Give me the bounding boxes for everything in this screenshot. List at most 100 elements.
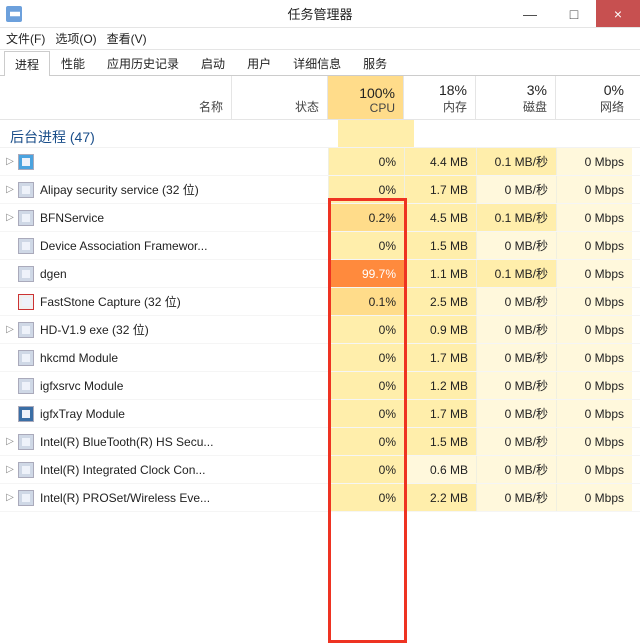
net-cell: 0 Mbps <box>556 176 632 203</box>
net-cell: 0 Mbps <box>556 148 632 175</box>
table-row[interactable]: dgen99.7%1.1 MB0.1 MB/秒0 Mbps <box>0 260 640 288</box>
column-name[interactable]: 名称 <box>0 76 232 119</box>
process-icon <box>18 294 34 310</box>
app-icon <box>6 6 22 22</box>
disk-cell: 0 MB/秒 <box>476 400 556 427</box>
column-mem-label: 内存 <box>408 98 467 115</box>
cpu-cell: 0% <box>328 372 404 399</box>
process-name: Intel(R) PROSet/Wireless Eve... <box>40 491 210 505</box>
expand-icon[interactable]: ▷ <box>4 492 16 503</box>
net-cell: 0 Mbps <box>556 372 632 399</box>
minimize-button[interactable]: — <box>508 0 552 27</box>
table-row[interactable]: Device Association Framewor...0%1.5 MB0 … <box>0 232 640 260</box>
tab-0[interactable]: 进程 <box>4 51 50 76</box>
table-row[interactable]: ▷ 0%4.4 MB0.1 MB/秒0 Mbps <box>0 148 640 176</box>
expand-icon[interactable]: ▷ <box>4 212 16 223</box>
process-name: Intel(R) Integrated Clock Con... <box>40 463 205 477</box>
table-row[interactable]: FastStone Capture (32 位)0.1%2.5 MB0 MB/秒… <box>0 288 640 316</box>
net-cell: 0 Mbps <box>556 260 632 287</box>
mem-cell: 1.5 MB <box>404 232 476 259</box>
section-label: 后台进程 (47) <box>10 129 95 145</box>
column-cpu-label: CPU <box>332 101 395 115</box>
expand-icon[interactable]: ▷ <box>4 436 16 447</box>
tab-3[interactable]: 启动 <box>190 50 236 75</box>
cpu-cell: 99.7% <box>328 260 404 287</box>
menu-options[interactable]: 选项(O) <box>55 30 96 47</box>
process-icon <box>18 266 34 282</box>
tab-6[interactable]: 服务 <box>352 50 398 75</box>
mem-cell: 1.7 MB <box>404 344 476 371</box>
column-disk-pct: 3% <box>480 82 547 98</box>
table-row[interactable]: ▷Intel(R) Integrated Clock Con...0%0.6 M… <box>0 456 640 484</box>
net-cell: 0 Mbps <box>556 204 632 231</box>
disk-cell: 0 MB/秒 <box>476 456 556 483</box>
column-memory[interactable]: 18% 内存 <box>404 76 476 119</box>
mem-cell: 2.5 MB <box>404 288 476 315</box>
mem-cell: 0.9 MB <box>404 316 476 343</box>
table-row[interactable]: hkcmd Module0%1.7 MB0 MB/秒0 Mbps <box>0 344 640 372</box>
table-row[interactable]: ▷Intel(R) BlueTooth(R) HS Secu...0%1.5 M… <box>0 428 640 456</box>
process-name: igfxTray Module <box>40 407 125 421</box>
tab-2[interactable]: 应用历史记录 <box>96 50 190 75</box>
cpu-cell: 0% <box>328 148 404 175</box>
table-row[interactable]: ▷BFNService0.2%4.5 MB0.1 MB/秒0 Mbps <box>0 204 640 232</box>
column-disk-label: 磁盘 <box>480 98 547 115</box>
process-icon <box>18 154 34 170</box>
menu-view[interactable]: 查看(V) <box>107 30 147 47</box>
column-status-label: 状态 <box>236 98 319 115</box>
cpu-cell: 0% <box>328 428 404 455</box>
maximize-button[interactable]: □ <box>552 0 596 27</box>
net-cell: 0 Mbps <box>556 316 632 343</box>
disk-cell: 0.1 MB/秒 <box>476 148 556 175</box>
disk-cell: 0 MB/秒 <box>476 344 556 371</box>
process-icon <box>18 182 34 198</box>
window-title: 任务管理器 <box>287 4 352 23</box>
table-row[interactable]: igfxsrvc Module 0%1.2 MB0 MB/秒0 Mbps <box>0 372 640 400</box>
tab-4[interactable]: 用户 <box>236 50 282 75</box>
net-cell: 0 Mbps <box>556 288 632 315</box>
table-row[interactable]: ▷HD-V1.9 exe (32 位)0%0.9 MB0 MB/秒0 Mbps <box>0 316 640 344</box>
column-network[interactable]: 0% 网络 <box>556 76 632 119</box>
mem-cell: 1.1 MB <box>404 260 476 287</box>
net-cell: 0 Mbps <box>556 400 632 427</box>
mem-cell: 4.5 MB <box>404 204 476 231</box>
menu-bar: 文件(F) 选项(O) 查看(V) <box>0 28 640 50</box>
table-row[interactable]: igfxTray Module0%1.7 MB0 MB/秒0 Mbps <box>0 400 640 428</box>
expand-icon[interactable]: ▷ <box>4 324 16 335</box>
column-status[interactable]: 状态 <box>232 76 328 119</box>
process-icon <box>18 434 34 450</box>
mem-cell: 4.4 MB <box>404 148 476 175</box>
table-row[interactable]: ▷Alipay security service (32 位)0%1.7 MB0… <box>0 176 640 204</box>
mem-cell: 1.2 MB <box>404 372 476 399</box>
cpu-cell: 0.2% <box>328 204 404 231</box>
process-icon <box>18 490 34 506</box>
column-mem-pct: 18% <box>408 82 467 98</box>
process-icon <box>18 322 34 338</box>
column-cpu[interactable]: 100% CPU <box>328 76 404 119</box>
expand-icon[interactable]: ▷ <box>4 156 16 167</box>
disk-cell: 0 MB/秒 <box>476 372 556 399</box>
column-cpu-pct: 100% <box>332 85 395 101</box>
mem-cell: 1.7 MB <box>404 400 476 427</box>
column-disk[interactable]: 3% 磁盘 <box>476 76 556 119</box>
expand-icon[interactable]: ▷ <box>4 184 16 195</box>
process-list: 后台进程 (47) ▷0%4.4 MB0.1 MB/秒0 Mbps▷Alipay… <box>0 120 640 512</box>
section-background-processes[interactable]: 后台进程 (47) <box>0 120 640 148</box>
net-cell: 0 Mbps <box>556 484 632 511</box>
close-button[interactable]: × <box>596 0 640 27</box>
process-name: Intel(R) BlueTooth(R) HS Secu... <box>40 435 213 449</box>
process-icon <box>18 210 34 226</box>
table-row[interactable]: ▷Intel(R) PROSet/Wireless Eve...0%2.2 MB… <box>0 484 640 512</box>
tab-5[interactable]: 详细信息 <box>282 50 352 75</box>
menu-file[interactable]: 文件(F) <box>6 30 45 47</box>
cpu-cell: 0% <box>328 232 404 259</box>
process-name: igfxsrvc Module <box>40 379 123 393</box>
mem-cell: 0.6 MB <box>404 456 476 483</box>
process-name: Device Association Framewor... <box>40 239 207 253</box>
disk-cell: 0 MB/秒 <box>476 288 556 315</box>
expand-icon[interactable]: ▷ <box>4 464 16 475</box>
tab-1[interactable]: 性能 <box>50 50 96 75</box>
net-cell: 0 Mbps <box>556 428 632 455</box>
process-name: Alipay security service (32 位) <box>40 181 199 198</box>
disk-cell: 0.1 MB/秒 <box>476 204 556 231</box>
